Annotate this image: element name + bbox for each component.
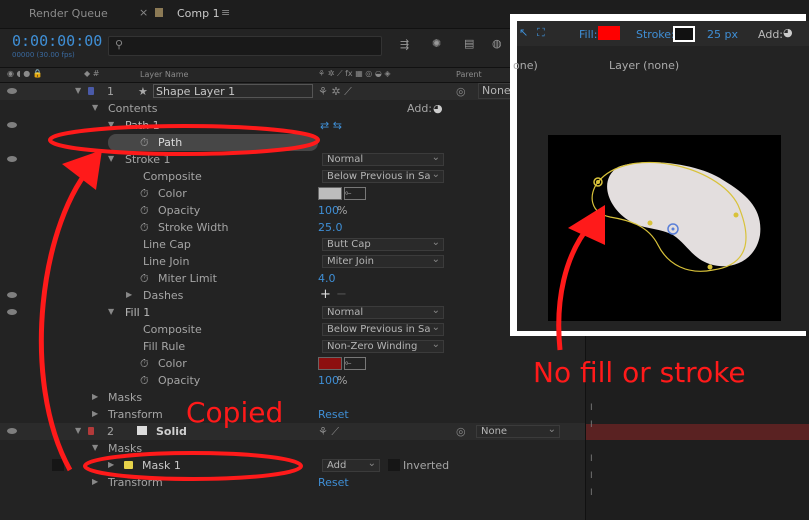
copy-arrow bbox=[38, 160, 97, 472]
copy-arrowhead bbox=[62, 150, 102, 190]
annotation-overlay bbox=[38, 124, 605, 481]
path-highlight-ellipse bbox=[48, 124, 320, 156]
pointer-arrow bbox=[556, 223, 592, 351]
pointer-arrowhead bbox=[568, 205, 605, 245]
copied-annotation: Copied bbox=[186, 396, 284, 429]
no-fill-annotation: No fill or stroke bbox=[533, 356, 746, 389]
mask-highlight-ellipse bbox=[83, 451, 303, 481]
